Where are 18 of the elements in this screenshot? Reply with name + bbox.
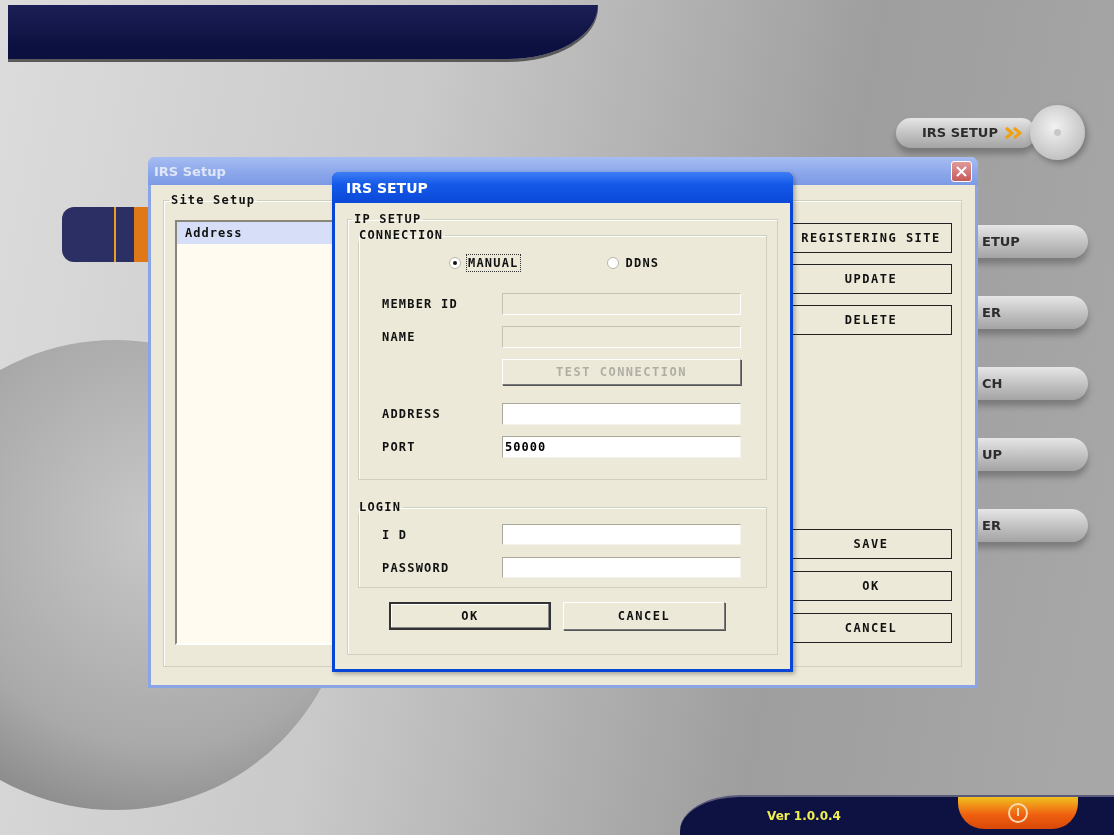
field-label: I D [382, 527, 409, 542]
menu-label: CH [982, 376, 1003, 391]
menu-label: UP [982, 447, 1003, 462]
field-label: ADDRESS [382, 407, 442, 421]
group-label: LOGIN [358, 500, 403, 514]
menu-label: ETUP [982, 234, 1020, 249]
field-label: MEMBER ID [382, 297, 459, 311]
group-label: CONNECTION [358, 228, 445, 242]
menu-label: ER [982, 518, 1001, 533]
version-label: Ver 1.0.0.4 [767, 809, 841, 823]
field-label: NAME [382, 330, 417, 344]
window-title: IRS SETUP [346, 179, 428, 196]
field-label: PASSWORD [382, 560, 451, 575]
group-label: Site Setup [170, 193, 257, 207]
window-title: IRS Setup [154, 163, 226, 179]
field-label: PORT [382, 440, 417, 454]
menu-label: ER [982, 305, 1001, 320]
menu-label: IRS SETUP [922, 125, 998, 140]
